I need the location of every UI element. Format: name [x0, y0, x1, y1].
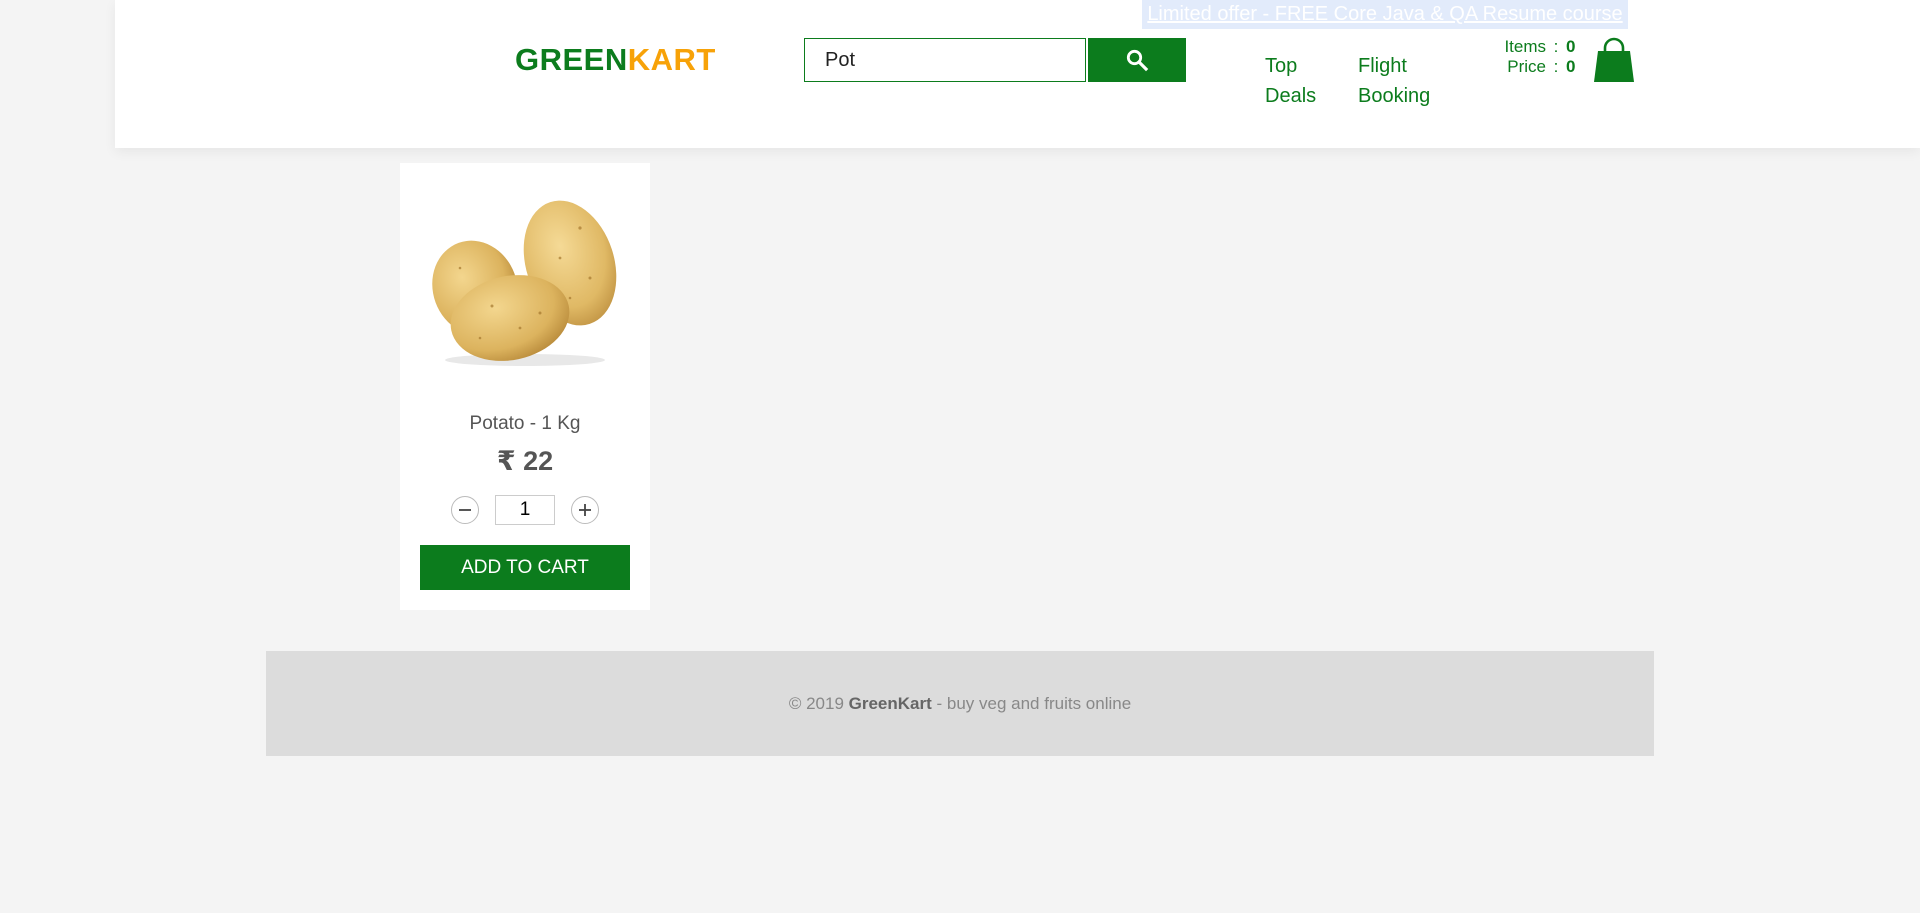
product-price: ₹ 22 — [496, 446, 554, 476]
footer-text: © 2019 GreenKart - buy veg and fruits on… — [789, 694, 1131, 714]
plus-icon — [579, 504, 591, 516]
quantity-input[interactable] — [495, 495, 555, 525]
site-footer: © 2019 GreenKart - buy veg and fruits on… — [266, 651, 1654, 756]
cart-items-row: Items : 0 — [1480, 37, 1580, 57]
brand-logo[interactable]: GREENKART — [515, 42, 716, 78]
shopping-bag-icon — [1594, 37, 1634, 82]
search-input[interactable] — [804, 38, 1086, 82]
cart-price-value: 0 — [1566, 57, 1576, 76]
cart-items-label: Items — [1504, 37, 1546, 56]
cart-button[interactable] — [1593, 37, 1635, 83]
search-button[interactable] — [1088, 38, 1186, 82]
nav-flight-booking-line1: Flight — [1358, 55, 1407, 77]
cart-price-label: Price — [1507, 57, 1546, 76]
footer-brand: GreenKart — [848, 693, 932, 713]
brand-logo-kart-text: KART — [627, 42, 716, 77]
footer-tagline: - buy veg and fruits online — [931, 693, 1132, 713]
cart-items-separator: : — [1553, 37, 1559, 56]
nav-flight-booking-link[interactable]: Flight Booking — [1358, 51, 1448, 111]
product-name: Potato - 1 Kg — [469, 413, 581, 434]
increment-button[interactable] — [571, 496, 599, 524]
nav-top-deals-line2: Deals — [1265, 85, 1317, 107]
add-to-cart-button[interactable]: ADD TO CART — [420, 545, 630, 590]
potato-image — [432, 200, 617, 366]
product-card: Potato - 1 Kg ₹ 22 ADD TO CART — [400, 163, 650, 610]
nav-top-deals-link[interactable]: Top Deals — [1265, 51, 1325, 111]
cart-items-count: 0 — [1566, 37, 1576, 56]
nav-top-deals-line1: Top — [1265, 55, 1298, 77]
decrement-button[interactable] — [451, 496, 479, 524]
minus-icon — [459, 509, 471, 511]
nav-flight-booking-line2: Booking — [1358, 85, 1431, 107]
cart-price-row: Price : 0 — [1480, 57, 1580, 77]
search-icon — [1126, 49, 1149, 72]
cart-price-separator: : — [1553, 57, 1559, 76]
footer-copyright: © 2019 — [788, 693, 849, 713]
limited-offer-link[interactable]: Limited offer - FREE Core Java & QA Resu… — [1142, 0, 1628, 29]
brand-logo-green-text: GREEN — [515, 42, 628, 77]
cart-summary: Items : 0 Price : 0 — [1480, 37, 1580, 77]
